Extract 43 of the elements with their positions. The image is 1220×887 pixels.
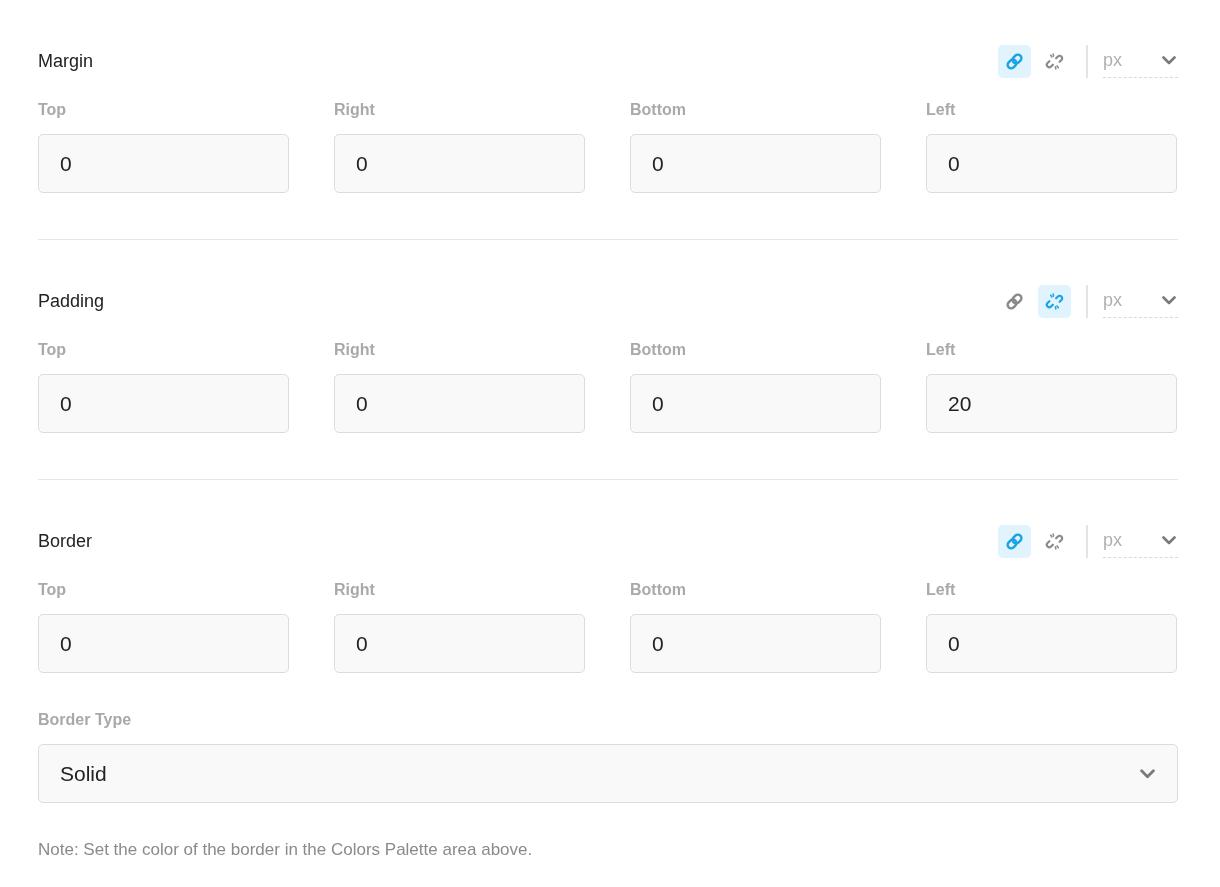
input-field[interactable]: 20 (926, 374, 1177, 433)
input-field[interactable]: 0 (38, 374, 289, 433)
chain-link-icon (1005, 52, 1024, 71)
section-title: Padding (38, 291, 105, 312)
input-field[interactable]: 0 (630, 374, 881, 433)
chevron-down-icon (1162, 535, 1176, 545)
input-field[interactable]: 0 (926, 614, 1177, 673)
input-field[interactable]: 0 (334, 374, 585, 433)
link-button[interactable] (998, 45, 1031, 78)
note-text: Note: Set the color of the border in the Colors Palette area above. (38, 840, 534, 860)
field-label: Border Type (38, 711, 132, 729)
field-label: Right (334, 581, 375, 599)
input-field[interactable]: 0 (38, 614, 289, 673)
input-field[interactable]: 0 (630, 614, 881, 673)
chevron-down-icon (1162, 295, 1176, 305)
field-label: Left (926, 581, 956, 599)
broken-chain-icon (1045, 52, 1064, 71)
unlink-button[interactable] (1038, 285, 1071, 318)
input-field[interactable]: 0 (38, 134, 289, 193)
field-label: Left (926, 341, 956, 359)
input-field[interactable]: 0 (926, 134, 1177, 193)
field-label: Bottom (630, 581, 686, 599)
input-field[interactable]: 0 (630, 134, 881, 193)
section-title: Margin (38, 51, 94, 72)
link-button[interactable] (998, 525, 1031, 558)
section-title: Border (38, 531, 93, 552)
chain-link-icon (1005, 532, 1024, 551)
field-label: Bottom (630, 101, 686, 119)
field-label: Right (334, 101, 375, 119)
chevron-down-icon (1162, 55, 1176, 65)
field-label: Bottom (630, 341, 686, 359)
border-type-select[interactable]: Solid (38, 744, 1178, 803)
field-label: Top (38, 341, 67, 359)
field-label: Top (38, 581, 67, 599)
chevron-down-icon (1140, 768, 1155, 779)
field-label: Right (334, 341, 375, 359)
broken-chain-icon (1045, 292, 1064, 311)
chain-link-icon (1005, 292, 1024, 311)
field-label: Top (38, 101, 67, 119)
input-field[interactable]: 0 (334, 614, 585, 673)
broken-chain-icon (1045, 532, 1064, 551)
field-label: Left (926, 101, 956, 119)
input-field[interactable]: 0 (334, 134, 585, 193)
